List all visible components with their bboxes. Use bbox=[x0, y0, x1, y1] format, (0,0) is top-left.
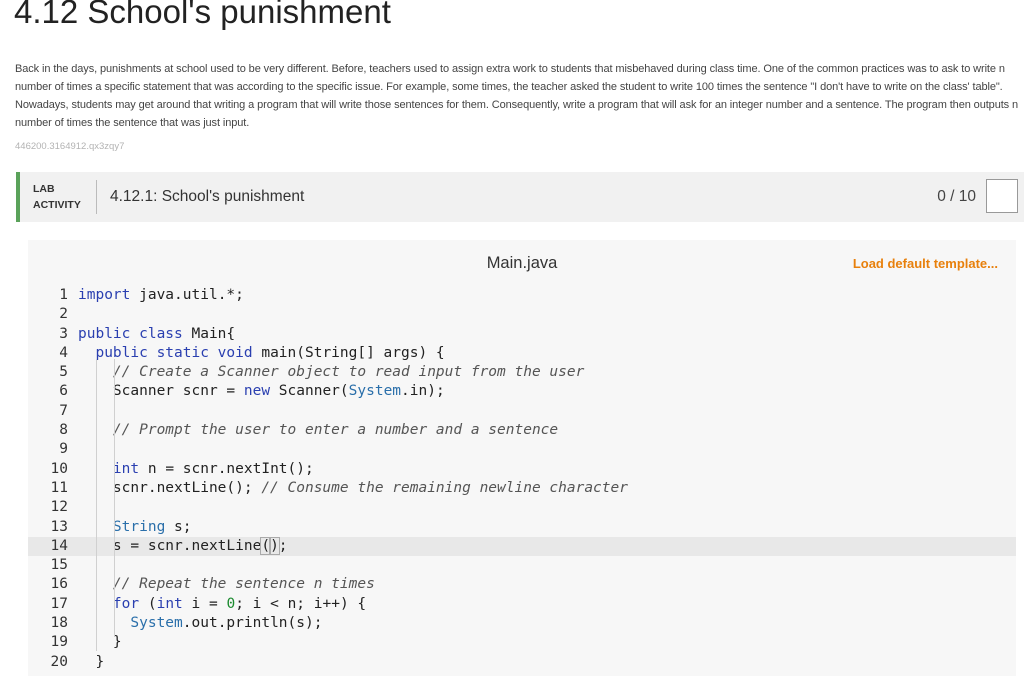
code-line[interactable]: 19 } bbox=[28, 633, 1016, 652]
line-number: 18 bbox=[50, 615, 68, 632]
line-number: 9 bbox=[59, 441, 68, 458]
lab-label-line2: ACTIVITY bbox=[33, 199, 81, 211]
lab-score: 0 / 10 bbox=[937, 188, 976, 205]
line-number: 19 bbox=[50, 634, 68, 651]
indent-guide bbox=[96, 359, 97, 651]
code-editor[interactable]: Main.java Load default template... 1 impo… bbox=[28, 240, 1016, 676]
code-text[interactable]: } bbox=[78, 653, 104, 672]
code-text[interactable]: // Create a Scanner object to read input… bbox=[78, 363, 584, 382]
code-text[interactable]: s = scnr.nextLine(); bbox=[78, 536, 288, 556]
line-number: 17 bbox=[50, 595, 68, 612]
code-text[interactable]: public class Main{ bbox=[78, 325, 235, 344]
code-line[interactable]: 5 // Create a Scanner object to read inp… bbox=[28, 363, 1016, 382]
code-text[interactable]: } bbox=[78, 633, 122, 652]
code-text[interactable]: import java.util.*; bbox=[78, 286, 244, 305]
code-line[interactable]: 10 int n = scnr.nextInt(); bbox=[28, 460, 1016, 479]
line-number: 15 bbox=[50, 557, 68, 574]
code-line[interactable]: 11 scnr.nextLine(); // Consume the remai… bbox=[28, 479, 1016, 498]
line-number: 20 bbox=[50, 653, 68, 670]
code-line[interactable]: 4 public static void main(String[] args)… bbox=[28, 344, 1016, 363]
activity-code-id: 446200.3164912.qx3zqy7 bbox=[15, 141, 125, 152]
code-line[interactable]: 2 bbox=[28, 305, 1016, 324]
line-number: 6 bbox=[59, 383, 68, 400]
problem-description: Back in the days, punishments at school … bbox=[15, 63, 1019, 129]
page-title: 4.12 School's punishment bbox=[14, 0, 391, 30]
code-line[interactable]: 3 public class Main{ bbox=[28, 325, 1016, 344]
line-number: 4 bbox=[59, 344, 68, 361]
code-line[interactable]: 16 // Repeat the sentence n times bbox=[28, 575, 1016, 594]
code-line[interactable]: 12 bbox=[28, 498, 1016, 517]
indent-guide bbox=[114, 359, 115, 637]
code-line[interactable]: 15 bbox=[28, 556, 1016, 575]
code-area[interactable]: 1 import java.util.*; 2 3 public class Main{… bbox=[28, 286, 1016, 672]
lab-label-line1: LAB bbox=[33, 183, 55, 195]
line-number: 14 bbox=[50, 537, 68, 554]
code-line[interactable]: 18 System.out.println(s); bbox=[28, 614, 1016, 633]
code-line[interactable]: 8 // Prompt the user to enter a number a… bbox=[28, 421, 1016, 440]
line-number: 7 bbox=[59, 402, 68, 419]
code-text[interactable]: Scanner scnr = new Scanner(System.in); bbox=[78, 382, 445, 401]
code-line[interactable]: 9 bbox=[28, 440, 1016, 459]
code-line[interactable]: 13 String s; bbox=[28, 518, 1016, 537]
code-text[interactable]: // Repeat the sentence n times bbox=[78, 575, 375, 594]
load-default-template-link[interactable]: Load default template... bbox=[853, 256, 998, 271]
line-number: 5 bbox=[59, 364, 68, 381]
code-text[interactable]: for (int i = 0; i < n; i++) { bbox=[78, 595, 366, 614]
lab-activity-header: LAB ACTIVITY 4.12.1: School's punishment… bbox=[16, 172, 1024, 222]
code-line[interactable]: 1 import java.util.*; bbox=[28, 286, 1016, 305]
code-line[interactable]: 14 s = scnr.nextLine(); bbox=[28, 536, 1016, 557]
lab-activity-label: LAB ACTIVITY bbox=[33, 181, 93, 213]
code-line[interactable]: 7 bbox=[28, 402, 1016, 421]
line-number: 8 bbox=[59, 422, 68, 439]
line-number: 16 bbox=[50, 576, 68, 593]
code-line[interactable]: 6 Scanner scnr = new Scanner(System.in); bbox=[28, 382, 1016, 401]
line-number: 11 bbox=[50, 479, 68, 496]
code-text[interactable]: // Prompt the user to enter a number and… bbox=[78, 421, 558, 440]
line-number: 3 bbox=[59, 325, 68, 342]
lab-divider bbox=[96, 180, 97, 214]
line-number: 1 bbox=[59, 287, 68, 303]
code-line[interactable]: 20 } bbox=[28, 653, 1016, 672]
line-number: 12 bbox=[50, 499, 68, 516]
code-text[interactable]: public static void main(String[] args) { bbox=[78, 344, 444, 363]
lab-activity-name: 4.12.1: School's punishment bbox=[110, 188, 305, 205]
line-number: 10 bbox=[50, 460, 68, 477]
line-number: 2 bbox=[59, 306, 68, 323]
completion-checkbox-icon bbox=[986, 179, 1018, 213]
editor-header: Main.java Load default template... bbox=[28, 240, 1016, 286]
code-line[interactable]: 17 for (int i = 0; i < n; i++) { bbox=[28, 595, 1016, 614]
line-number: 13 bbox=[50, 518, 68, 535]
code-text[interactable]: scnr.nextLine(); // Consume the remainin… bbox=[78, 479, 628, 498]
